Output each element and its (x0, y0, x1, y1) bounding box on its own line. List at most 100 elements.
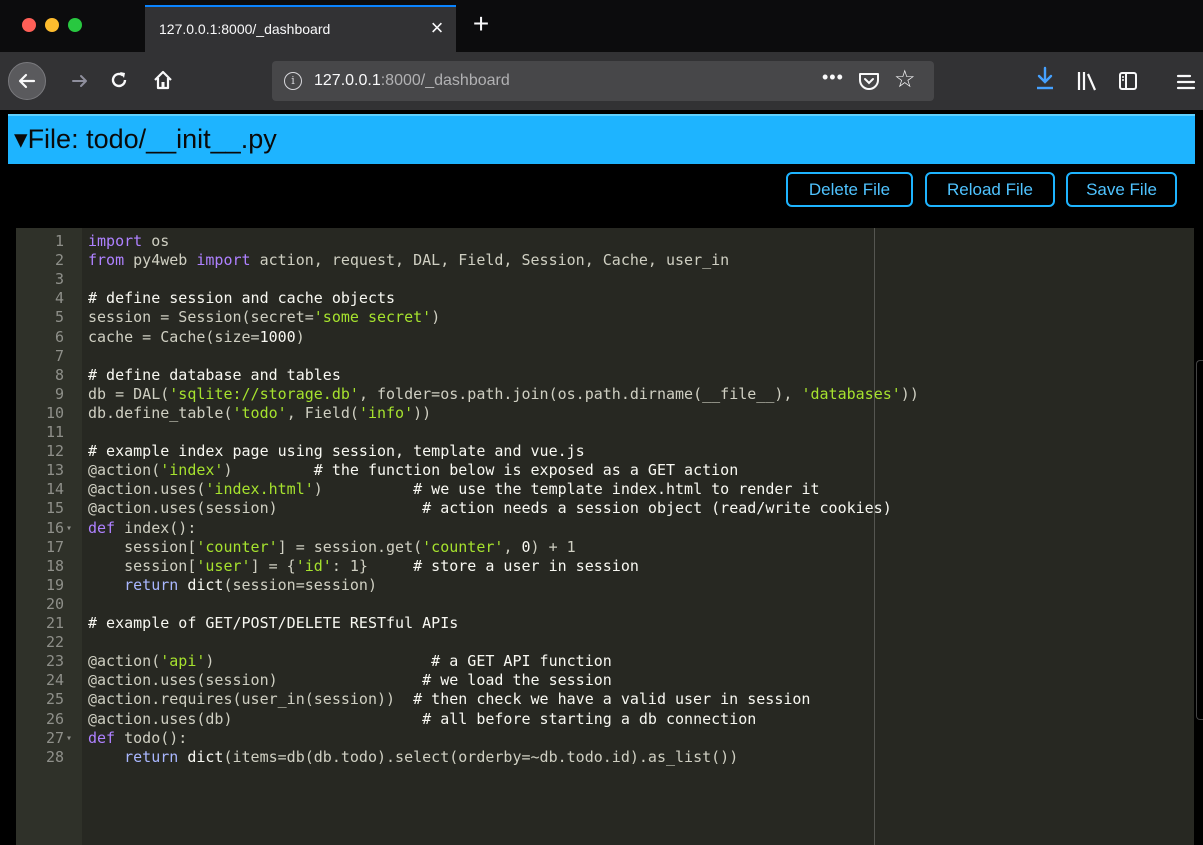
tab-close-icon[interactable]: × (426, 15, 448, 41)
code-line[interactable]: 16 ▾ def index(): (16, 519, 1194, 538)
code-text: from py4web import action, request, DAL,… (88, 251, 729, 270)
code-line[interactable]: 14 @action.uses('index.html') # we use th… (16, 480, 1194, 499)
code-line[interactable]: 13 @action('index') # the function below … (16, 461, 1194, 480)
home-button[interactable] (148, 64, 178, 96)
code-text: cache = Cache(size=1000) (88, 328, 305, 347)
code-line[interactable]: 24 @action.uses(session) # we load the se… (16, 671, 1194, 690)
delete-file-button[interactable]: Delete File (786, 172, 913, 207)
code-token: @action.requires(user_in(session)) (88, 690, 396, 709)
line-number: 2 (54, 251, 64, 270)
code-token: 'databases' (801, 384, 901, 403)
code-token: # store a user in session (413, 556, 639, 575)
collapse-caret-icon[interactable]: ▾ (14, 124, 28, 154)
line-number: 9 (54, 384, 64, 403)
code-token: 0 (521, 537, 531, 556)
url-path: :8000/_dashboard (380, 72, 510, 89)
fold-toggle-icon[interactable]: ▾ (66, 729, 72, 748)
tab-title: 127.0.0.1:8000/_dashboard (159, 21, 331, 37)
code-token: (session=session) (223, 575, 377, 594)
code-token: def (88, 728, 116, 747)
url-host: 127.0.0.1 (314, 72, 381, 89)
minimize-window-button[interactable] (45, 18, 59, 32)
back-button[interactable] (8, 62, 46, 100)
scrollbar[interactable] (1196, 360, 1203, 720)
new-tab-button[interactable]: + (468, 10, 494, 38)
reload-button[interactable] (104, 64, 134, 96)
code-editor[interactable]: 1 import os 2 from py4web import action, re… (16, 228, 1194, 845)
menu-icon[interactable] (1176, 70, 1196, 94)
code-token: # a GET API function (214, 652, 612, 671)
save-file-button[interactable]: Save File (1066, 172, 1177, 207)
code-line[interactable]: 20 (16, 595, 1194, 614)
line-number: 24 (45, 671, 64, 690)
code-token: todo(): (115, 728, 188, 747)
code-line[interactable]: 5 session = Session(secret='some secret') (16, 308, 1194, 327)
line-number: 17 (45, 537, 64, 556)
code-text: def index(): (88, 519, 196, 538)
code-token: @action.uses(session) (88, 499, 278, 518)
navigation-toolbar: i 127.0.0.1:8000/_dashboard ••• ☆ (0, 52, 1203, 124)
code-line[interactable]: 28 return dict(items=db(db.todo).select(… (16, 748, 1194, 767)
code-line[interactable]: 26 @action.uses(db) # all before starting… (16, 710, 1194, 729)
file-header[interactable]: ▾File: todo/__init__.py (8, 114, 1195, 164)
downloads-icon[interactable] (1034, 66, 1056, 94)
forward-icon (72, 75, 87, 87)
code-line[interactable]: 10 db.define_table('todo', Field('info')) (16, 404, 1194, 423)
code-token: ) (223, 461, 233, 480)
info-icon[interactable]: i (284, 72, 302, 90)
line-number: 23 (45, 652, 64, 671)
code-token: 'index.html' (205, 480, 314, 499)
code-token: index(): (115, 518, 197, 537)
code-token: : 1} (331, 556, 414, 575)
code-text: import os (88, 232, 169, 251)
sidebar-icon[interactable] (1118, 70, 1138, 92)
code-line[interactable]: 21 # example of GET/POST/DELETE RESTful A… (16, 614, 1194, 633)
code-line[interactable]: 9 db = DAL('sqlite://storage.db', folder=… (16, 385, 1194, 404)
code-line[interactable]: 18 session['user'] = {'id': 1} # store a… (16, 557, 1194, 576)
code-token: db.define_table( (88, 403, 233, 422)
code-line[interactable]: 22 (16, 633, 1194, 652)
code-token: # then check we have a valid user in ses… (395, 690, 811, 709)
code-token: 'todo' (232, 403, 287, 422)
tab-dashboard[interactable]: 127.0.0.1:8000/_dashboard × (145, 5, 456, 52)
code-token: py4web (124, 251, 197, 270)
line-number: 4 (54, 289, 64, 308)
code-line[interactable]: 23 @action('api') # a GET API function (16, 652, 1194, 671)
code-line[interactable]: 3 (16, 270, 1194, 289)
fold-toggle-icon[interactable]: ▾ (66, 519, 72, 538)
code-line[interactable]: 7 (16, 347, 1194, 366)
code-token: (items=db(db.todo).select(orderby=~db.to… (223, 747, 739, 766)
page-actions-icon[interactable]: ••• (822, 67, 844, 88)
zoom-window-button[interactable] (68, 18, 82, 32)
library-icon[interactable] (1076, 70, 1100, 92)
code-line[interactable]: 27 ▾ def todo(): (16, 729, 1194, 748)
tab-bar: 127.0.0.1:8000/_dashboard × + (0, 0, 1203, 52)
code-line[interactable]: 11 (16, 423, 1194, 442)
address-bar[interactable]: i 127.0.0.1:8000/_dashboard ••• ☆ (272, 61, 934, 101)
code-token: ] = { (250, 556, 296, 575)
code-line[interactable]: 6 cache = Cache(size=1000) (16, 328, 1194, 347)
close-window-button[interactable] (22, 18, 36, 32)
home-icon (154, 70, 172, 90)
bookmark-star-icon[interactable]: ☆ (894, 65, 916, 94)
code-token: )) (900, 384, 919, 403)
code-line[interactable]: 1 import os (16, 232, 1194, 251)
line-number: 11 (45, 423, 64, 441)
code-line[interactable]: 12 # example index page using session, te… (16, 442, 1194, 461)
url-text[interactable]: 127.0.0.1:8000/_dashboard (314, 72, 510, 90)
code-text: @action('api') # a GET API function (88, 652, 612, 671)
code-line[interactable]: 17 session['counter'] = session.get('cou… (16, 538, 1194, 557)
reload-file-button[interactable]: Reload File (925, 172, 1055, 207)
forward-button[interactable] (66, 66, 94, 96)
code-line[interactable]: 2 from py4web import action, request, DAL… (16, 251, 1194, 270)
file-title[interactable]: ▾File: todo/__init__.py (14, 124, 277, 155)
code-line[interactable]: 19 return dict(session=session) (16, 576, 1194, 595)
code-token: @action( (88, 461, 161, 480)
code-line[interactable]: 8 # define database and tables (16, 366, 1194, 385)
code-line[interactable]: 15 @action.uses(session) # action needs a… (16, 499, 1194, 518)
code-line[interactable]: 25 @action.requires(user_in(session)) # t… (16, 690, 1194, 709)
line-number: 20 (45, 594, 64, 613)
pocket-icon[interactable] (858, 71, 880, 91)
line-number: 1 (54, 232, 64, 250)
code-line[interactable]: 4 # define session and cache objects (16, 289, 1194, 308)
